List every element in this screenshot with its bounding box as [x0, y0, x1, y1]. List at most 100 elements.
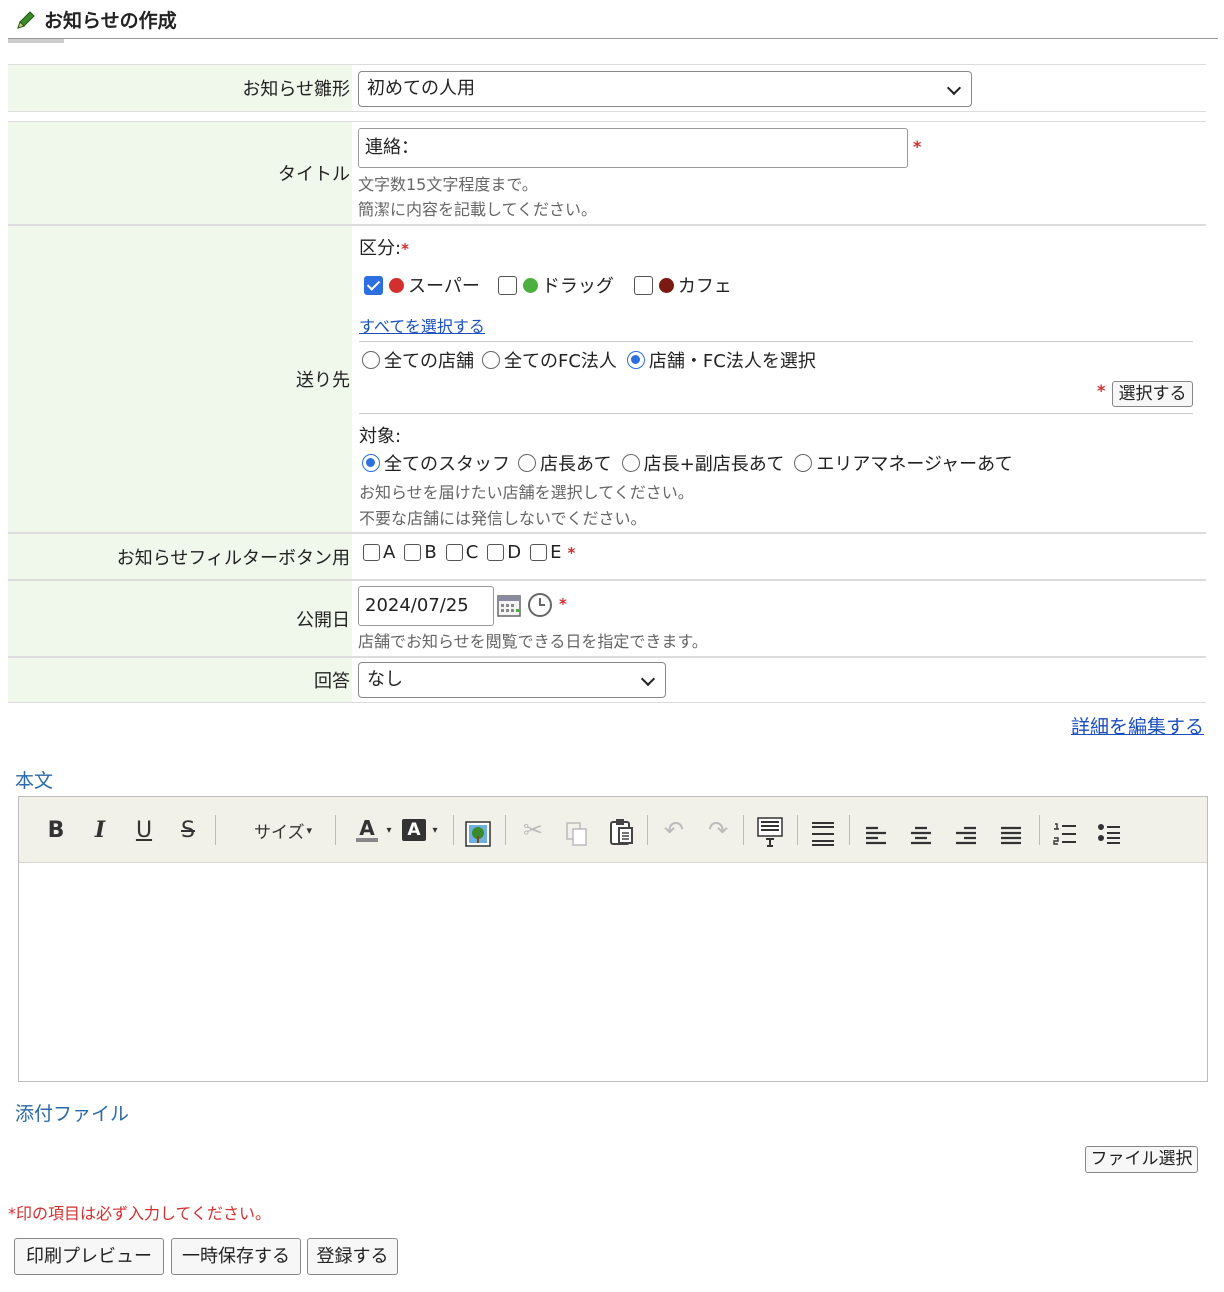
attachment-heading: 添付ファイル — [15, 1103, 130, 1125]
bulleted-list-icon[interactable] — [1097, 817, 1121, 851]
paste-icon[interactable] — [609, 815, 635, 849]
scope-radio-select[interactable] — [626, 351, 645, 369]
text-color-icon[interactable]: A — [347, 813, 387, 847]
publish-label: 公開日 — [296, 609, 350, 631]
text-color-dropdown-icon[interactable]: ▾ — [383, 813, 395, 847]
background-color-icon[interactable]: A — [401, 813, 427, 847]
align-left-icon[interactable] — [865, 819, 887, 853]
background-color-dropdown-icon[interactable]: ▾ — [429, 813, 441, 847]
filter-checkbox-a[interactable] — [363, 544, 380, 561]
toolbar-separator — [505, 815, 506, 845]
title-row: タイトル 連絡： * 文字数15文字程度まで。 簡潔に内容を記載してください。 — [8, 121, 1206, 225]
page-title-text: お知らせの作成 — [44, 10, 177, 32]
target-label-all-staff: 全てのスタッフ — [384, 454, 510, 475]
category-checkbox-cafe[interactable] — [633, 275, 653, 295]
filter-checkbox-c[interactable] — [445, 544, 463, 561]
category-checkbox-drug[interactable] — [497, 275, 517, 295]
cut-icon[interactable]: ✂ — [519, 813, 547, 847]
template-label-cell: お知らせ雛形 — [8, 65, 352, 111]
title-divider — [8, 38, 1218, 39]
category-checkboxes: スーパー ドラッグ カフェ — [364, 272, 732, 298]
calendar-icon[interactable] — [497, 593, 521, 617]
required-note: *印の項目は必ず入力してください。 — [8, 1204, 272, 1223]
format-block-icon[interactable] — [757, 815, 783, 849]
filter-checkbox-d[interactable] — [487, 544, 505, 561]
red-dot-icon — [389, 277, 404, 293]
publish-row: 公開日 2024/07/25 * 店舗でお知らせを閲覧できる日を指定できます。 — [8, 580, 1206, 657]
select-all-link[interactable]: すべてを選択する — [359, 313, 485, 337]
answer-row: 回答 なし — [8, 657, 1206, 703]
template-label: お知らせ雛形 — [242, 79, 350, 100]
filter-label-d: D — [507, 542, 522, 563]
target-radio-area-manager[interactable] — [794, 454, 813, 472]
required-mark: * — [913, 137, 922, 156]
filter-checkbox-b[interactable] — [404, 544, 422, 561]
title-label-cell: タイトル — [8, 122, 352, 224]
filter-label-cell: お知らせフィルターボタン用 — [8, 534, 352, 579]
save-draft-button[interactable]: 一時保存する — [171, 1238, 301, 1275]
filter-label: お知らせフィルターボタン用 — [116, 547, 350, 569]
scope-radio-all-fc[interactable] — [482, 351, 500, 369]
filter-label-c: C — [465, 542, 479, 563]
required-mark: * — [559, 595, 567, 613]
filter-checkbox-e[interactable] — [530, 544, 548, 561]
toolbar-separator — [849, 815, 850, 845]
category-checkbox-super[interactable] — [364, 275, 383, 295]
category-label-cafe: カフェ — [677, 276, 732, 297]
file-select-button[interactable]: ファイル選択 — [1085, 1146, 1198, 1173]
target-radio-all-staff[interactable] — [362, 454, 380, 472]
destination-divider-1 — [359, 341, 1193, 342]
register-button[interactable]: 登録する — [307, 1238, 398, 1275]
target-label: 対象: — [359, 426, 402, 447]
category-label-drug: ドラッグ — [541, 276, 614, 297]
image-icon[interactable] — [465, 817, 491, 851]
editor-content-area[interactable] — [19, 863, 1207, 1081]
toolbar-separator — [647, 815, 648, 845]
answer-select[interactable]: なし — [358, 662, 666, 698]
publish-date-input[interactable]: 2024/07/25 — [358, 586, 494, 626]
body-heading: 本文 — [15, 770, 54, 792]
editor-toolbar: B I U S サイズ ▾ A ▾ A ▾ ✂ ↶ ↷ — [19, 797, 1207, 863]
bold-icon[interactable]: B — [43, 813, 69, 847]
italic-icon[interactable]: I — [87, 813, 113, 847]
numbered-list-icon[interactable] — [1053, 817, 1077, 851]
select-stores-button[interactable]: 選択する — [1112, 381, 1193, 407]
target-label-area-manager: エリアマネージャーあて — [816, 454, 1013, 475]
horizontal-rule-icon[interactable] — [811, 817, 835, 851]
target-radio-manager-deputy[interactable] — [621, 454, 640, 472]
title-label: タイトル — [278, 164, 350, 185]
answer-label: 回答 — [314, 671, 350, 692]
undo-icon[interactable]: ↶ — [659, 813, 689, 847]
title-input-value: 連絡： — [365, 137, 419, 158]
strikethrough-icon[interactable]: S — [175, 813, 201, 847]
align-center-icon[interactable] — [910, 819, 932, 853]
target-radio-manager[interactable] — [518, 454, 536, 472]
pencil-icon — [17, 10, 35, 29]
chevron-down-icon — [946, 80, 962, 96]
print-preview-button[interactable]: 印刷プレビュー — [14, 1238, 164, 1275]
answer-select-value: なし — [367, 669, 403, 690]
size-dropdown[interactable]: サイズ ▾ — [233, 813, 333, 847]
edit-details-link[interactable]: 詳細を編集する — [1071, 712, 1204, 739]
toolbar-separator — [743, 815, 744, 845]
destination-label: 送り先 — [296, 370, 350, 391]
clock-icon[interactable] — [527, 592, 553, 618]
destination-label-cell: 送り先 — [8, 226, 352, 532]
scope-radio-all-stores[interactable] — [362, 351, 380, 369]
filter-row: お知らせフィルターボタン用 A B C D E * — [8, 533, 1206, 580]
template-select-value: 初めての人用 — [367, 78, 475, 99]
copy-icon[interactable] — [565, 817, 589, 851]
underline-icon[interactable]: U — [131, 813, 157, 847]
target-label-manager: 店長あて — [540, 454, 612, 475]
template-select[interactable]: 初めての人用 — [358, 71, 972, 107]
target-radios: 全てのスタッフ 店長あて 店長+副店長あて エリアマネージャーあて — [362, 450, 1013, 476]
scope-label-all-fc: 全てのFC法人 — [504, 351, 617, 372]
filter-label-e: E — [550, 542, 562, 563]
redo-icon[interactable]: ↷ — [703, 813, 733, 847]
align-justify-icon[interactable] — [1000, 819, 1022, 853]
answer-label-cell: 回答 — [8, 658, 352, 702]
publish-hint: 店舗でお知らせを閲覧できる日を指定できます。 — [358, 632, 708, 651]
title-input[interactable]: 連絡： — [358, 128, 908, 168]
align-right-icon[interactable] — [955, 819, 977, 853]
green-dot-icon — [522, 277, 538, 293]
